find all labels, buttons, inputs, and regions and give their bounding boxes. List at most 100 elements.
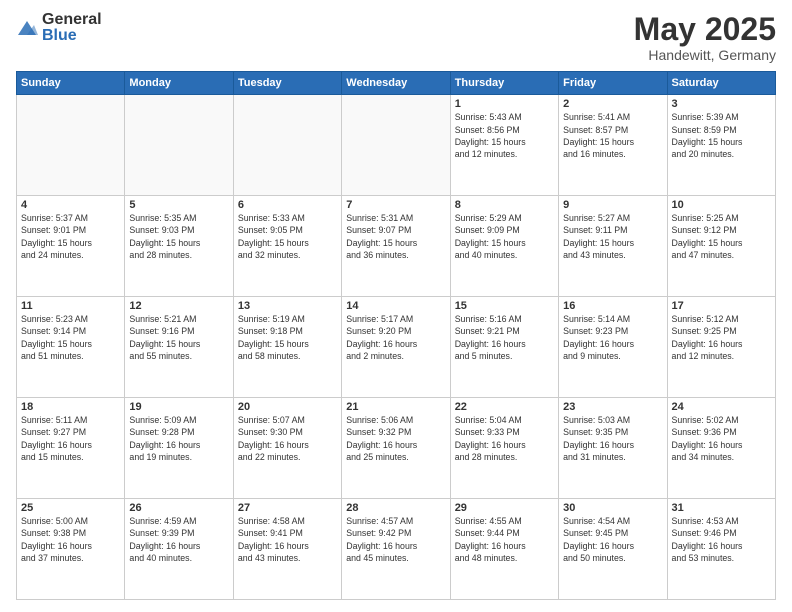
day-number: 17 bbox=[672, 300, 771, 312]
day-number: 8 bbox=[455, 199, 554, 211]
logo-blue-text: Blue bbox=[42, 28, 102, 44]
calendar-cell: 27Sunrise: 4:58 AM Sunset: 9:41 PM Dayli… bbox=[233, 499, 341, 600]
calendar-cell: 4Sunrise: 5:37 AM Sunset: 9:01 PM Daylig… bbox=[17, 196, 125, 297]
calendar-week-3: 11Sunrise: 5:23 AM Sunset: 9:14 PM Dayli… bbox=[17, 297, 776, 398]
day-number: 6 bbox=[238, 199, 337, 211]
calendar-cell: 18Sunrise: 5:11 AM Sunset: 9:27 PM Dayli… bbox=[17, 398, 125, 499]
calendar-cell: 16Sunrise: 5:14 AM Sunset: 9:23 PM Dayli… bbox=[559, 297, 667, 398]
day-number: 21 bbox=[346, 401, 445, 413]
calendar-header-row: SundayMondayTuesdayWednesdayThursdayFrid… bbox=[17, 72, 776, 95]
day-number: 31 bbox=[672, 502, 771, 514]
day-number: 25 bbox=[21, 502, 120, 514]
day-info: Sunrise: 4:59 AM Sunset: 9:39 PM Dayligh… bbox=[129, 515, 228, 564]
header-friday: Friday bbox=[559, 72, 667, 95]
header-wednesday: Wednesday bbox=[342, 72, 450, 95]
day-number: 22 bbox=[455, 401, 554, 413]
day-info: Sunrise: 4:58 AM Sunset: 9:41 PM Dayligh… bbox=[238, 515, 337, 564]
calendar-table: SundayMondayTuesdayWednesdayThursdayFrid… bbox=[16, 71, 776, 600]
day-number: 1 bbox=[455, 98, 554, 110]
day-info: Sunrise: 5:35 AM Sunset: 9:03 PM Dayligh… bbox=[129, 212, 228, 261]
day-number: 12 bbox=[129, 300, 228, 312]
calendar-cell: 2Sunrise: 5:41 AM Sunset: 8:57 PM Daylig… bbox=[559, 95, 667, 196]
day-number: 5 bbox=[129, 199, 228, 211]
day-number: 2 bbox=[563, 98, 662, 110]
day-number: 28 bbox=[346, 502, 445, 514]
calendar-cell bbox=[233, 95, 341, 196]
day-info: Sunrise: 5:29 AM Sunset: 9:09 PM Dayligh… bbox=[455, 212, 554, 261]
calendar-cell: 5Sunrise: 5:35 AM Sunset: 9:03 PM Daylig… bbox=[125, 196, 233, 297]
day-info: Sunrise: 5:07 AM Sunset: 9:30 PM Dayligh… bbox=[238, 414, 337, 463]
day-number: 7 bbox=[346, 199, 445, 211]
calendar-cell bbox=[125, 95, 233, 196]
day-number: 30 bbox=[563, 502, 662, 514]
calendar-cell: 14Sunrise: 5:17 AM Sunset: 9:20 PM Dayli… bbox=[342, 297, 450, 398]
day-info: Sunrise: 5:16 AM Sunset: 9:21 PM Dayligh… bbox=[455, 313, 554, 362]
day-number: 23 bbox=[563, 401, 662, 413]
day-number: 20 bbox=[238, 401, 337, 413]
day-info: Sunrise: 5:21 AM Sunset: 9:16 PM Dayligh… bbox=[129, 313, 228, 362]
calendar-cell: 10Sunrise: 5:25 AM Sunset: 9:12 PM Dayli… bbox=[667, 196, 775, 297]
logo-icon bbox=[16, 17, 38, 39]
day-number: 24 bbox=[672, 401, 771, 413]
calendar-cell: 21Sunrise: 5:06 AM Sunset: 9:32 PM Dayli… bbox=[342, 398, 450, 499]
calendar-cell: 7Sunrise: 5:31 AM Sunset: 9:07 PM Daylig… bbox=[342, 196, 450, 297]
calendar-cell: 15Sunrise: 5:16 AM Sunset: 9:21 PM Dayli… bbox=[450, 297, 558, 398]
calendar-cell: 25Sunrise: 5:00 AM Sunset: 9:38 PM Dayli… bbox=[17, 499, 125, 600]
day-info: Sunrise: 5:14 AM Sunset: 9:23 PM Dayligh… bbox=[563, 313, 662, 362]
day-info: Sunrise: 5:02 AM Sunset: 9:36 PM Dayligh… bbox=[672, 414, 771, 463]
header: General Blue May 2025 Handewitt, Germany bbox=[16, 12, 776, 63]
day-info: Sunrise: 4:53 AM Sunset: 9:46 PM Dayligh… bbox=[672, 515, 771, 564]
calendar-cell: 12Sunrise: 5:21 AM Sunset: 9:16 PM Dayli… bbox=[125, 297, 233, 398]
calendar-week-4: 18Sunrise: 5:11 AM Sunset: 9:27 PM Dayli… bbox=[17, 398, 776, 499]
logo-text: General Blue bbox=[42, 12, 102, 44]
day-info: Sunrise: 5:31 AM Sunset: 9:07 PM Dayligh… bbox=[346, 212, 445, 261]
calendar-title: May 2025 bbox=[634, 12, 776, 47]
calendar-cell: 3Sunrise: 5:39 AM Sunset: 8:59 PM Daylig… bbox=[667, 95, 775, 196]
logo: General Blue bbox=[16, 12, 102, 44]
calendar-week-5: 25Sunrise: 5:00 AM Sunset: 9:38 PM Dayli… bbox=[17, 499, 776, 600]
day-info: Sunrise: 5:41 AM Sunset: 8:57 PM Dayligh… bbox=[563, 111, 662, 160]
day-info: Sunrise: 5:09 AM Sunset: 9:28 PM Dayligh… bbox=[129, 414, 228, 463]
calendar-week-1: 1Sunrise: 5:43 AM Sunset: 8:56 PM Daylig… bbox=[17, 95, 776, 196]
day-number: 26 bbox=[129, 502, 228, 514]
calendar-cell: 30Sunrise: 4:54 AM Sunset: 9:45 PM Dayli… bbox=[559, 499, 667, 600]
day-info: Sunrise: 5:43 AM Sunset: 8:56 PM Dayligh… bbox=[455, 111, 554, 160]
calendar-cell: 22Sunrise: 5:04 AM Sunset: 9:33 PM Dayli… bbox=[450, 398, 558, 499]
calendar-cell: 24Sunrise: 5:02 AM Sunset: 9:36 PM Dayli… bbox=[667, 398, 775, 499]
day-number: 3 bbox=[672, 98, 771, 110]
calendar-cell: 6Sunrise: 5:33 AM Sunset: 9:05 PM Daylig… bbox=[233, 196, 341, 297]
day-info: Sunrise: 5:00 AM Sunset: 9:38 PM Dayligh… bbox=[21, 515, 120, 564]
logo-general-text: General bbox=[42, 12, 102, 28]
header-tuesday: Tuesday bbox=[233, 72, 341, 95]
day-number: 10 bbox=[672, 199, 771, 211]
day-info: Sunrise: 5:04 AM Sunset: 9:33 PM Dayligh… bbox=[455, 414, 554, 463]
title-block: May 2025 Handewitt, Germany bbox=[634, 12, 776, 63]
day-number: 9 bbox=[563, 199, 662, 211]
day-info: Sunrise: 4:55 AM Sunset: 9:44 PM Dayligh… bbox=[455, 515, 554, 564]
calendar-cell: 13Sunrise: 5:19 AM Sunset: 9:18 PM Dayli… bbox=[233, 297, 341, 398]
day-info: Sunrise: 5:33 AM Sunset: 9:05 PM Dayligh… bbox=[238, 212, 337, 261]
day-info: Sunrise: 5:12 AM Sunset: 9:25 PM Dayligh… bbox=[672, 313, 771, 362]
calendar-cell: 28Sunrise: 4:57 AM Sunset: 9:42 PM Dayli… bbox=[342, 499, 450, 600]
day-info: Sunrise: 5:25 AM Sunset: 9:12 PM Dayligh… bbox=[672, 212, 771, 261]
calendar-cell: 20Sunrise: 5:07 AM Sunset: 9:30 PM Dayli… bbox=[233, 398, 341, 499]
calendar-cell: 1Sunrise: 5:43 AM Sunset: 8:56 PM Daylig… bbox=[450, 95, 558, 196]
day-number: 4 bbox=[21, 199, 120, 211]
calendar-cell: 17Sunrise: 5:12 AM Sunset: 9:25 PM Dayli… bbox=[667, 297, 775, 398]
header-monday: Monday bbox=[125, 72, 233, 95]
day-number: 13 bbox=[238, 300, 337, 312]
page: General Blue May 2025 Handewitt, Germany… bbox=[0, 0, 792, 612]
calendar-cell: 11Sunrise: 5:23 AM Sunset: 9:14 PM Dayli… bbox=[17, 297, 125, 398]
day-info: Sunrise: 4:57 AM Sunset: 9:42 PM Dayligh… bbox=[346, 515, 445, 564]
header-saturday: Saturday bbox=[667, 72, 775, 95]
day-number: 27 bbox=[238, 502, 337, 514]
calendar-cell: 29Sunrise: 4:55 AM Sunset: 9:44 PM Dayli… bbox=[450, 499, 558, 600]
day-info: Sunrise: 5:17 AM Sunset: 9:20 PM Dayligh… bbox=[346, 313, 445, 362]
header-thursday: Thursday bbox=[450, 72, 558, 95]
day-info: Sunrise: 5:06 AM Sunset: 9:32 PM Dayligh… bbox=[346, 414, 445, 463]
day-info: Sunrise: 5:37 AM Sunset: 9:01 PM Dayligh… bbox=[21, 212, 120, 261]
day-info: Sunrise: 5:11 AM Sunset: 9:27 PM Dayligh… bbox=[21, 414, 120, 463]
calendar-cell: 8Sunrise: 5:29 AM Sunset: 9:09 PM Daylig… bbox=[450, 196, 558, 297]
day-info: Sunrise: 4:54 AM Sunset: 9:45 PM Dayligh… bbox=[563, 515, 662, 564]
day-info: Sunrise: 5:27 AM Sunset: 9:11 PM Dayligh… bbox=[563, 212, 662, 261]
